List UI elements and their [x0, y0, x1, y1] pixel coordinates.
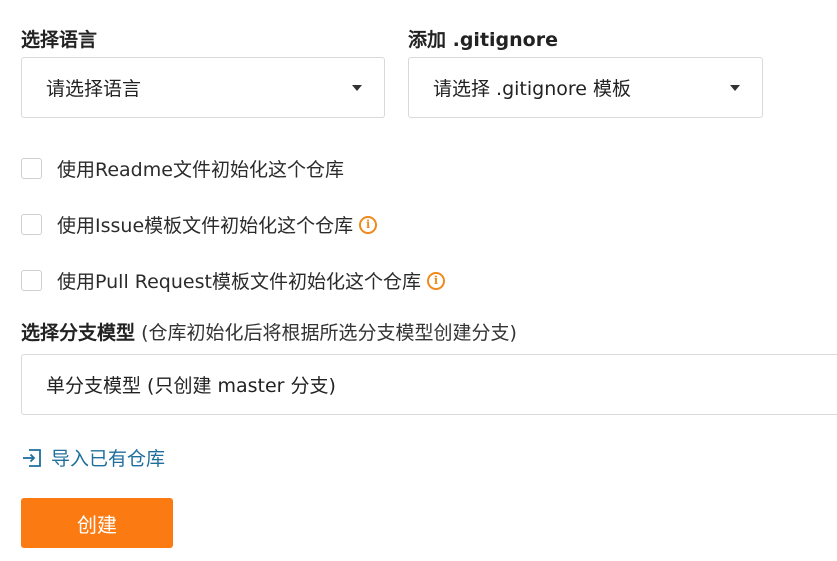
- pull-request-template-checkbox-label: 使用Pull Request模板文件初始化这个仓库: [57, 271, 421, 293]
- import-repository-link[interactable]: 导入已有仓库: [21, 444, 165, 471]
- readme-checkbox-row[interactable]: 使用Readme文件初始化这个仓库: [21, 155, 344, 182]
- language-label: 选择语言: [21, 29, 98, 51]
- pull-request-template-checkbox[interactable]: [21, 270, 42, 291]
- chevron-down-icon: [730, 84, 740, 91]
- language-select-value: 请选择语言: [46, 78, 142, 100]
- info-icon[interactable]: i: [359, 215, 378, 234]
- issue-template-checkbox[interactable]: [21, 214, 42, 235]
- readme-checkbox-label: 使用Readme文件初始化这个仓库: [57, 159, 344, 181]
- gitignore-label: 添加 .gitignore: [408, 29, 558, 51]
- info-icon[interactable]: i: [426, 271, 445, 290]
- readme-checkbox[interactable]: [21, 158, 42, 179]
- branch-model-title: 选择分支模型: [21, 322, 136, 344]
- branch-model-hint: (仓库初始化后将根据所选分支模型创建分支): [141, 322, 517, 344]
- branch-model-select-value: 单分支模型 (只创建 master 分支): [46, 375, 336, 397]
- branch-model-label: 选择分支模型 (仓库初始化后将根据所选分支模型创建分支): [21, 318, 517, 345]
- import-icon: [23, 448, 41, 467]
- issue-template-checkbox-row[interactable]: 使用Issue模板文件初始化这个仓库 i: [21, 211, 378, 238]
- language-select[interactable]: 请选择语言: [21, 57, 385, 118]
- gitignore-select[interactable]: 请选择 .gitignore 模板: [408, 57, 763, 118]
- create-button[interactable]: 创建: [21, 498, 173, 548]
- pull-request-template-checkbox-row[interactable]: 使用Pull Request模板文件初始化这个仓库 i: [21, 267, 445, 294]
- import-repository-label: 导入已有仓库: [51, 448, 166, 470]
- issue-template-checkbox-label: 使用Issue模板文件初始化这个仓库: [57, 215, 354, 237]
- gitignore-select-value: 请选择 .gitignore 模板: [433, 78, 631, 100]
- chevron-down-icon: [352, 84, 362, 91]
- branch-model-select[interactable]: 单分支模型 (只创建 master 分支): [21, 354, 837, 415]
